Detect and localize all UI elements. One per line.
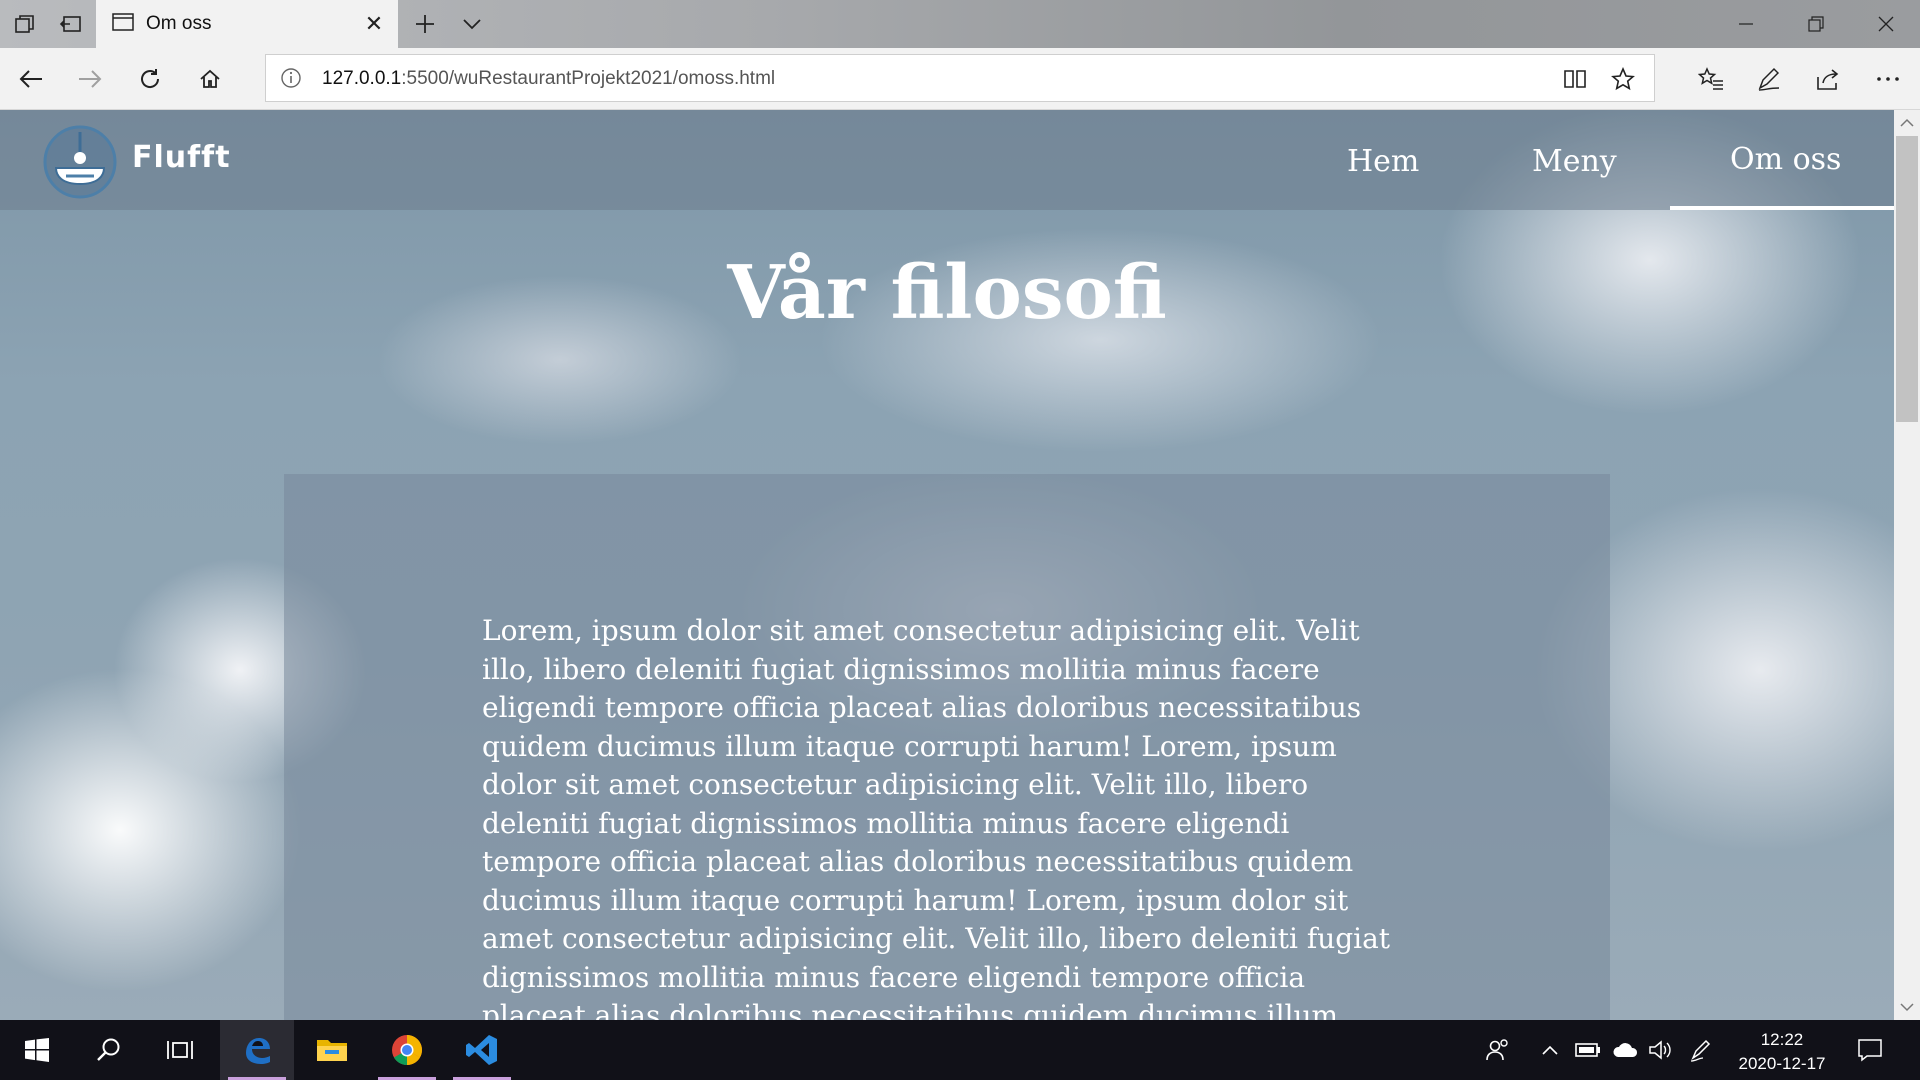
favorites-hub-icon[interactable] xyxy=(1690,58,1732,100)
nav-link-meny[interactable]: Meny xyxy=(1532,144,1617,179)
browser-title-bar: Om oss ✕ xyxy=(0,0,1920,48)
home-icon[interactable] xyxy=(189,58,231,100)
chrome-icon[interactable] xyxy=(370,1020,444,1080)
windows-taskbar: 12:22 2020-12-17 xyxy=(0,1020,1920,1080)
tab-om-oss[interactable]: Om oss ✕ xyxy=(96,0,398,48)
url-path: :5500/wuRestaurantProjekt2021/omoss.html xyxy=(401,68,776,89)
edge-icon[interactable] xyxy=(220,1020,294,1080)
url-text[interactable]: 127.0.0.1:5500/wuRestaurantProjekt2021/o… xyxy=(322,68,775,90)
share-icon[interactable] xyxy=(1807,58,1849,100)
site-header: Flufft Hem Meny Om oss xyxy=(0,110,1894,210)
battery-icon[interactable] xyxy=(1572,1034,1604,1066)
system-clock[interactable]: 12:22 2020-12-17 xyxy=(1722,1028,1842,1076)
file-explorer-icon[interactable] xyxy=(295,1020,369,1080)
tab-preview-chevron-icon[interactable] xyxy=(455,8,489,40)
set-tabs-aside-icon[interactable] xyxy=(54,8,88,40)
philosophy-content-box: Lorem, ipsum dolor sit amet consectetur … xyxy=(284,474,1610,1020)
scroll-thumb[interactable] xyxy=(1896,136,1918,422)
address-bar[interactable]: 127.0.0.1:5500/wuRestaurantProjekt2021/o… xyxy=(265,54,1655,102)
refresh-icon[interactable] xyxy=(129,58,171,100)
show-hidden-icons-chevron-icon[interactable] xyxy=(1534,1034,1566,1066)
nav-link-om-oss[interactable]: Om oss xyxy=(1730,142,1841,177)
close-window-icon[interactable] xyxy=(1852,0,1920,48)
volume-icon[interactable] xyxy=(1645,1034,1677,1066)
scroll-up-icon[interactable] xyxy=(1894,110,1920,136)
reading-view-icon[interactable] xyxy=(1558,63,1592,95)
browser-toolbar: 127.0.0.1:5500/wuRestaurantProjekt2021/o… xyxy=(0,48,1920,110)
page-title: Vår filosofi xyxy=(727,250,1167,336)
tab-title: Om oss xyxy=(146,13,212,34)
vscode-icon[interactable] xyxy=(445,1020,519,1080)
page-scrollbar[interactable] xyxy=(1894,110,1920,1020)
page-viewport: Flufft Hem Meny Om oss Vår filosofi Lore… xyxy=(0,110,1894,1020)
windows-ink-pen-icon[interactable] xyxy=(1685,1034,1717,1066)
brand-name[interactable]: Flufft xyxy=(132,140,231,175)
close-tab-icon[interactable]: ✕ xyxy=(362,11,386,36)
back-icon[interactable] xyxy=(10,58,52,100)
philosophy-text: Lorem, ipsum dolor sit amet consectetur … xyxy=(482,614,1391,1020)
page-icon xyxy=(112,12,134,37)
more-options-icon[interactable] xyxy=(1867,58,1909,100)
minimize-icon[interactable] xyxy=(1712,0,1780,48)
logo-icon[interactable] xyxy=(42,124,118,200)
nav-link-hem[interactable]: Hem xyxy=(1347,144,1419,179)
clock-date: 2020-12-17 xyxy=(1738,1054,1826,1073)
start-icon[interactable] xyxy=(0,1020,74,1080)
search-icon[interactable] xyxy=(72,1020,146,1080)
scroll-down-icon[interactable] xyxy=(1894,994,1920,1020)
favorite-star-icon[interactable] xyxy=(1606,63,1640,95)
add-notes-pen-icon[interactable] xyxy=(1748,58,1790,100)
onedrive-cloud-icon[interactable] xyxy=(1610,1034,1642,1066)
restore-icon[interactable] xyxy=(1782,0,1850,48)
site-info-icon[interactable] xyxy=(280,67,302,89)
people-icon[interactable] xyxy=(1482,1034,1514,1066)
new-tab-icon[interactable] xyxy=(408,8,442,40)
tab-sets-icon[interactable] xyxy=(8,8,42,40)
action-center-notification-icon[interactable] xyxy=(1854,1034,1886,1066)
task-view-icon[interactable] xyxy=(143,1020,217,1080)
url-host: 127.0.0.1 xyxy=(322,68,402,89)
active-nav-indicator xyxy=(1670,206,1894,210)
forward-icon[interactable] xyxy=(69,58,111,100)
clock-time: 12:22 xyxy=(1760,1030,1804,1049)
